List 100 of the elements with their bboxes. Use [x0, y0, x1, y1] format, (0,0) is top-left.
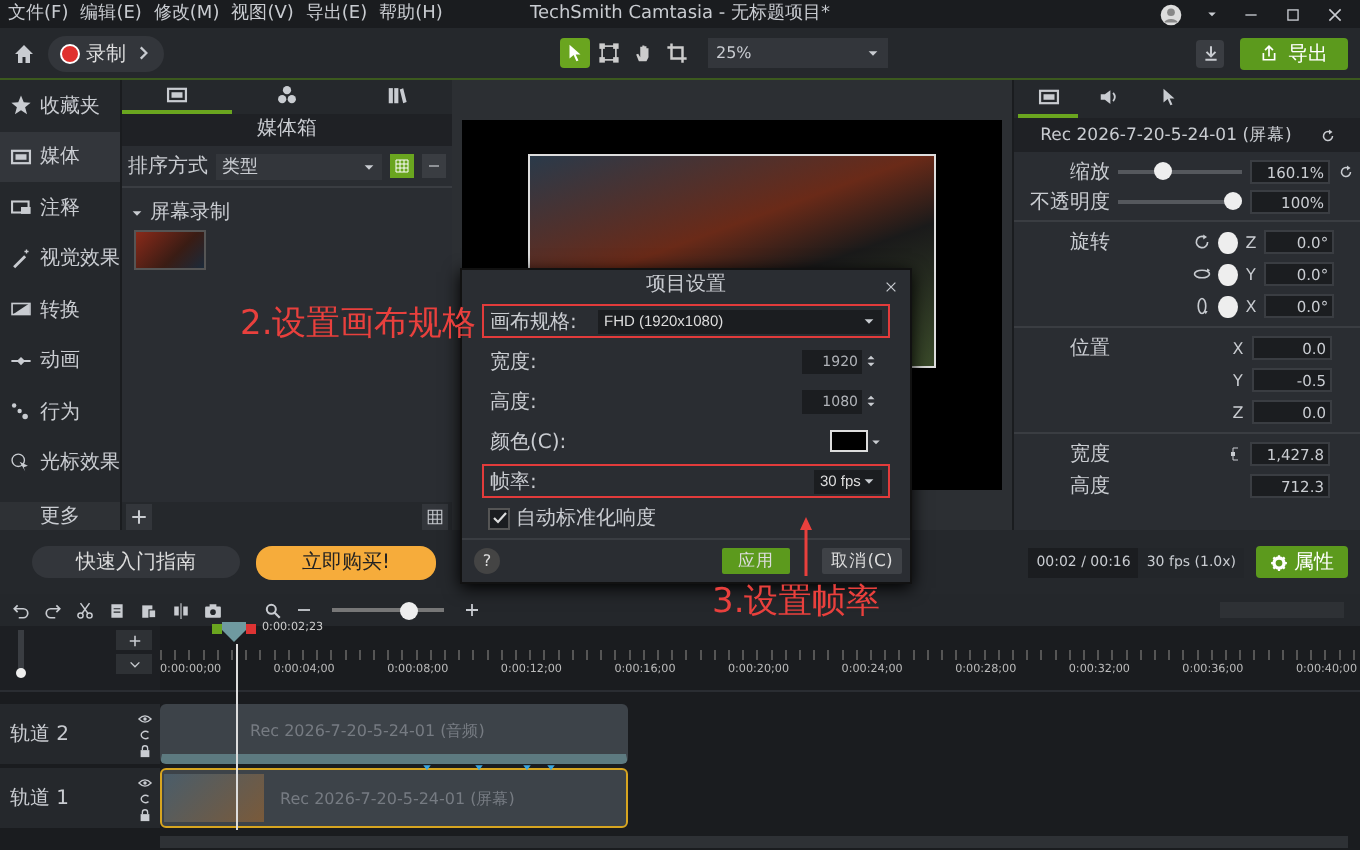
- rotation-knob[interactable]: [1218, 231, 1238, 253]
- window-title: TechSmith Camtasia - 无标题项目*: [529, 4, 831, 24]
- rotate-axis-icon: [1192, 264, 1213, 284]
- record-button[interactable]: 录制: [60, 39, 126, 67]
- sidebar-item[interactable]: 注释: [0, 182, 120, 233]
- panel-title: 媒体箱: [122, 114, 452, 146]
- eye-icon[interactable]: [138, 711, 152, 725]
- menu-item[interactable]: 编辑(E): [80, 2, 142, 26]
- zoom-dropdown[interactable]: 25%: [708, 38, 888, 68]
- sort-dropdown[interactable]: 类型: [216, 153, 382, 179]
- rotation-knob[interactable]: [1218, 263, 1238, 285]
- sort-button[interactable]: [422, 154, 446, 178]
- loop-icon[interactable]: [138, 791, 152, 805]
- axis-label: X: [1230, 339, 1246, 357]
- sidebar-item[interactable]: 光标效果: [0, 437, 120, 488]
- field-label: 帧率:: [490, 469, 539, 496]
- buy-now-button[interactable]: 立即购买!: [256, 545, 436, 579]
- checkbox[interactable]: [488, 507, 510, 530]
- sidebar-item[interactable]: 转换: [0, 284, 120, 335]
- zoom-in-button[interactable]: [460, 598, 484, 622]
- zoom-search-button[interactable]: [260, 598, 284, 622]
- slider-thumb[interactable]: [1223, 192, 1241, 210]
- pointer-tool[interactable]: [560, 38, 590, 68]
- rotate-axis-icon: [1192, 296, 1213, 316]
- crop-tool[interactable]: [662, 38, 692, 68]
- split-button[interactable]: [168, 598, 192, 622]
- playhead-handle[interactable]: [212, 622, 256, 642]
- field-label: 颜色(C):: [490, 429, 569, 456]
- media-thumbnail[interactable]: [134, 230, 206, 270]
- clip-title: Rec 2026-7-20-5-24-01 (屏幕): [1040, 123, 1292, 147]
- crop-icon: [666, 42, 688, 64]
- grid-icon: [394, 158, 410, 174]
- property-label: 高度: [1068, 473, 1112, 500]
- track-height-slider[interactable]: [16, 630, 26, 678]
- sidebar-item[interactable]: 媒体: [0, 131, 120, 182]
- track-name: 轨道 1: [10, 785, 70, 812]
- annotation-text: 3.设置帧率: [712, 580, 881, 624]
- star-icon: [10, 94, 32, 117]
- film-frame-icon: [10, 145, 32, 168]
- camera-button[interactable]: [200, 598, 224, 622]
- sidebar-item[interactable]: 动画: [0, 335, 120, 386]
- add-track-button[interactable]: [116, 630, 152, 650]
- checkmark-icon: [491, 510, 507, 527]
- sort-label: 排序方式: [128, 153, 208, 180]
- quick-start-button[interactable]: 快速入门指南: [32, 546, 240, 578]
- resize-handles-tool[interactable]: [594, 38, 624, 68]
- menu-item[interactable]: 文件(F): [8, 2, 69, 26]
- axis-label: Z: [1243, 233, 1258, 251]
- zoom-slider-thumb[interactable]: [399, 601, 418, 619]
- close-icon: [884, 280, 898, 294]
- search-icon: [263, 601, 281, 619]
- cancel-button[interactable]: 取消(C): [822, 548, 902, 575]
- menu-item[interactable]: 视图(V): [231, 2, 294, 26]
- group-label: 屏幕录制: [150, 199, 230, 226]
- rotation-knob[interactable]: [1218, 295, 1238, 317]
- reset-icon[interactable]: [1319, 127, 1336, 143]
- caret-icon: [862, 314, 876, 329]
- rotate-axis-icon: [1192, 232, 1213, 252]
- axis-label: X: [1243, 297, 1258, 315]
- property-label: 宽度: [1068, 441, 1112, 468]
- home-icon[interactable]: [12, 41, 36, 65]
- sidebar-item[interactable]: 收藏夹: [0, 80, 120, 131]
- more-button[interactable]: 更多: [0, 502, 120, 530]
- axis-label: Y: [1243, 265, 1258, 283]
- slider-thumb[interactable]: [1153, 162, 1172, 180]
- property-label: 旋转: [1068, 229, 1112, 256]
- grid-view-button[interactable]: [422, 503, 448, 529]
- caret-icon[interactable]: [1206, 8, 1218, 20]
- eye-icon[interactable]: [138, 775, 152, 789]
- add-button[interactable]: [126, 503, 152, 529]
- avatar-icon[interactable]: [1160, 3, 1182, 25]
- film-frame-icon: [1037, 86, 1059, 108]
- circles-icon: [276, 84, 298, 106]
- split-icon: [171, 601, 189, 619]
- sidebar-item[interactable]: 行为: [0, 386, 120, 437]
- lock-icon[interactable]: [138, 743, 152, 757]
- color-picker[interactable]: [830, 430, 882, 453]
- chevron-icon[interactable]: [134, 44, 152, 62]
- undo-icon: [11, 601, 29, 619]
- download-button[interactable]: [1196, 39, 1224, 67]
- loop-icon[interactable]: [138, 727, 152, 741]
- redo-icon: [43, 601, 61, 619]
- slider-thumb[interactable]: [16, 668, 26, 678]
- collapse-button[interactable]: [116, 654, 152, 674]
- checkbox-label: 自动标准化响度: [516, 505, 656, 533]
- sidebar-item[interactable]: 视觉效果: [0, 233, 120, 284]
- maximize-icon[interactable]: [1284, 5, 1302, 23]
- menu-item[interactable]: 帮助(H): [379, 2, 443, 26]
- close-icon[interactable]: [1326, 5, 1344, 23]
- lock-icon[interactable]: [138, 807, 152, 821]
- plus-icon: [130, 507, 148, 525]
- close-button[interactable]: [884, 280, 898, 294]
- reset-icon[interactable]: [1338, 163, 1354, 179]
- cut-button[interactable]: [72, 598, 96, 622]
- help-button[interactable]: ?: [474, 548, 500, 575]
- wand-icon: [10, 247, 32, 270]
- menu-item[interactable]: 导出(E): [305, 2, 368, 26]
- link-icon[interactable]: [1228, 444, 1244, 464]
- plus-icon: [464, 602, 480, 618]
- menu-item[interactable]: 修改(M): [153, 2, 220, 26]
